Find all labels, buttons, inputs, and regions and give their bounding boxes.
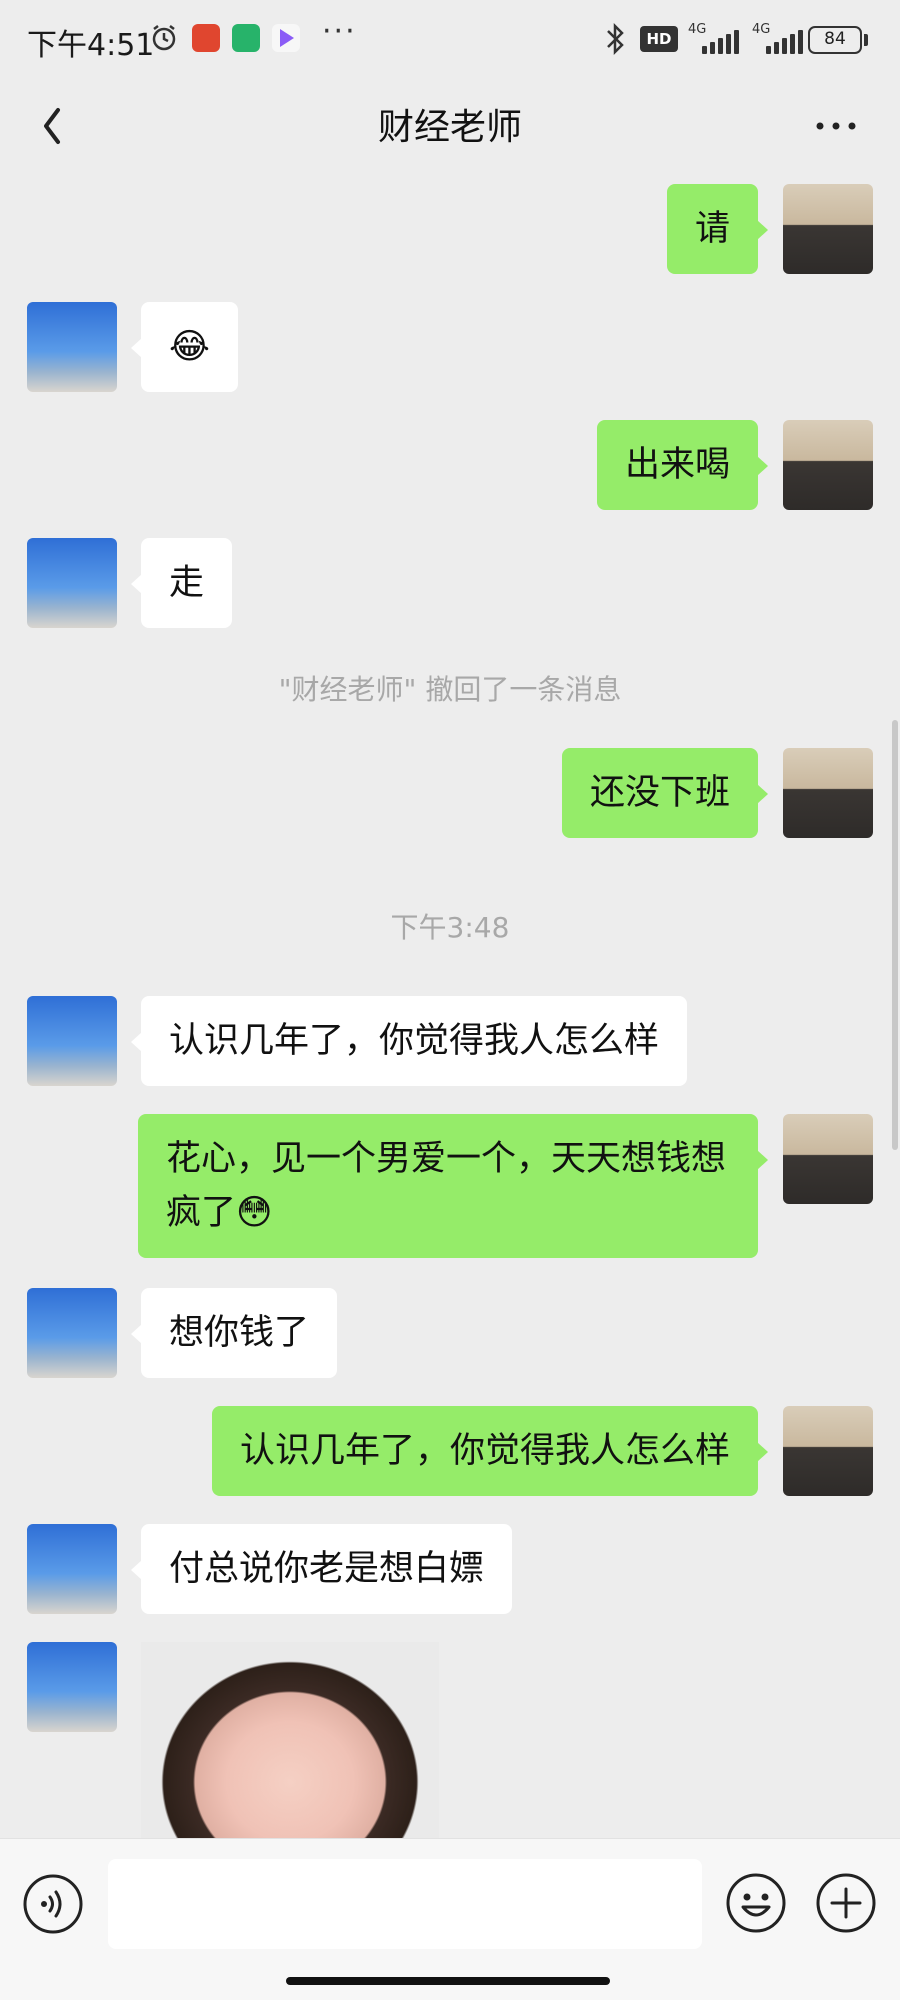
add-more-icon[interactable] <box>814 1871 878 1935</box>
message-bubble-other[interactable]: 付总说你老是想白嫖 <box>130 1524 513 1614</box>
chat-input-bar <box>0 1838 900 2000</box>
status-bar: 下午4:51 ··· HD 4G 4G 84 <box>0 0 900 80</box>
message-bubble-other[interactable]: 走 <box>130 538 233 628</box>
self-avatar[interactable] <box>783 184 873 274</box>
status-more-dots: ··· <box>322 14 357 49</box>
message-row <box>0 1642 900 1838</box>
status-time: 下午4:51 <box>27 28 155 63</box>
emoji-icon[interactable] <box>724 1871 788 1935</box>
self-avatar[interactable] <box>783 1114 873 1204</box>
message-bubble-self[interactable]: 请 <box>666 184 769 274</box>
recall-notice: "财经老师" 撤回了一条消息 <box>278 673 622 706</box>
home-indicator[interactable] <box>286 1977 610 1985</box>
alarm-icon <box>152 25 176 51</box>
message-bubble-self[interactable]: 出来喝 <box>596 420 769 510</box>
hd-voice-badge: HD <box>640 26 678 52</box>
message-row: 走 <box>0 538 900 630</box>
music-app-icon <box>192 24 220 52</box>
message-row: 请 <box>0 184 900 276</box>
message-bubble-other[interactable]: 认识几年了，你觉得我人怎么样 <box>130 996 688 1086</box>
message-row: 认识几年了，你觉得我人怎么样 <box>0 996 900 1088</box>
contact-avatar[interactable] <box>27 538 117 628</box>
bluetooth-icon <box>607 22 624 56</box>
message-row: 付总说你老是想白嫖 <box>0 1524 900 1616</box>
contact-avatar[interactable] <box>27 1642 117 1732</box>
chat-message-list[interactable]: 请 😂 出来喝 走 "财经老师" 撤回了一条消息 还没下班 下午3:48 认识几… <box>0 174 900 1838</box>
message-bubble-self[interactable]: 认识几年了，你觉得我人怎么样 <box>211 1406 769 1496</box>
self-avatar[interactable] <box>783 420 873 510</box>
battery-tip <box>864 34 868 46</box>
chat-scrollbar[interactable] <box>892 720 898 1150</box>
message-row: 还没下班 <box>0 748 900 840</box>
message-row: 想你钱了 <box>0 1288 900 1380</box>
message-text-input[interactable] <box>108 1859 702 1949</box>
contact-avatar[interactable] <box>27 1288 117 1378</box>
contact-avatar[interactable] <box>27 302 117 392</box>
chat-title: 财经老师 <box>377 107 522 148</box>
self-avatar[interactable] <box>783 1406 873 1496</box>
message-row: 出来喝 <box>0 420 900 512</box>
chat-header: 财经老师 <box>0 80 900 174</box>
message-bubble-other[interactable]: 想你钱了 <box>130 1288 338 1378</box>
more-options-icon[interactable] <box>808 98 864 154</box>
battery-icon: 84 <box>808 26 862 54</box>
message-row: 花心，见一个男爱一个，天天想钱想疯了😳 <box>0 1114 900 1262</box>
video-app-icon <box>272 24 300 52</box>
message-bubble-self[interactable]: 还没下班 <box>561 748 769 838</box>
message-bubble-self[interactable]: 花心，见一个男爱一个，天天想钱想疯了😳 <box>138 1114 768 1258</box>
message-bubble-other[interactable]: 😂 <box>131 302 238 392</box>
laughing-child-sticker[interactable] <box>141 1642 439 1838</box>
message-timestamp: 下午3:48 <box>390 911 510 944</box>
message-row: 😂 <box>0 302 900 394</box>
signal-strength-icon-2: 4G <box>748 22 804 54</box>
security-app-icon <box>232 24 260 52</box>
message-row: 认识几年了，你觉得我人怎么样 <box>0 1406 900 1498</box>
self-avatar[interactable] <box>783 748 873 838</box>
voice-input-icon[interactable] <box>22 1873 84 1935</box>
contact-avatar[interactable] <box>27 1524 117 1614</box>
signal-strength-icon: 4G <box>684 22 740 54</box>
contact-avatar[interactable] <box>27 996 117 1086</box>
